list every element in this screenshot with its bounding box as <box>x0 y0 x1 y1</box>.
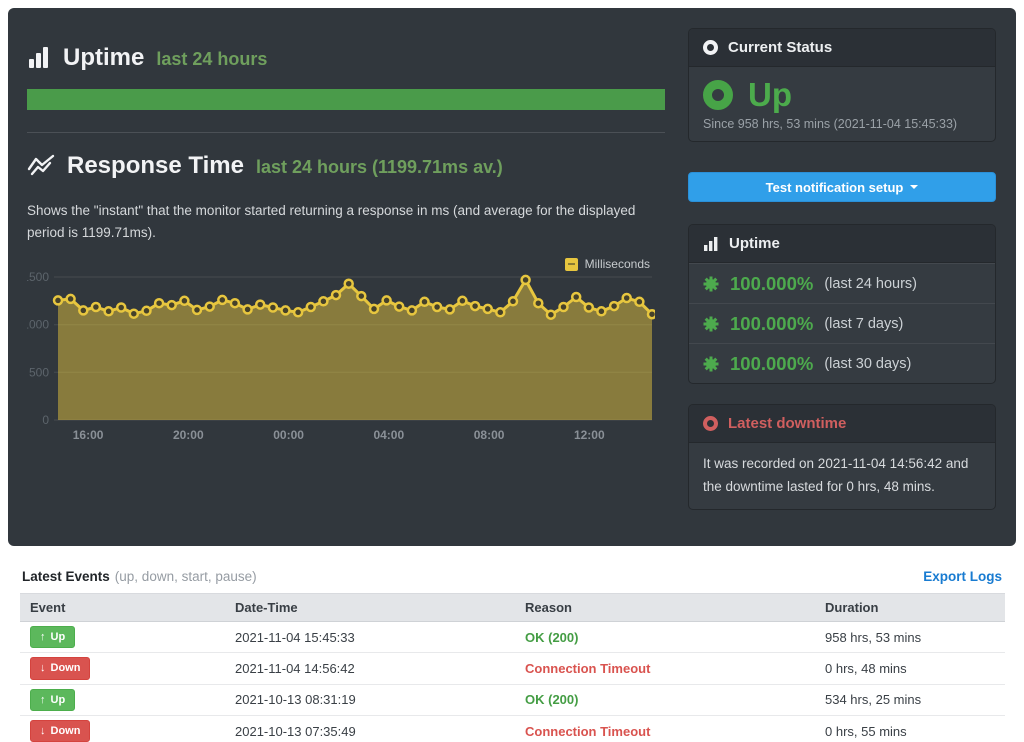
uptime-subtitle: last 24 hours <box>156 49 267 70</box>
arrow-down-icon: ↓ <box>40 661 46 675</box>
svg-text:12:00: 12:00 <box>574 428 605 442</box>
response-time-title: Response Time <box>67 152 244 180</box>
small-bar-chart-icon <box>703 236 719 252</box>
table-row: ↑Up 2021-11-04 15:45:33 OK (200) 958 hrs, 5… <box>20 622 1005 653</box>
svg-text:1000: 1000 <box>27 318 49 332</box>
current-status-card: Current Status Up Since 958 hrs, 53 mins… <box>688 28 996 142</box>
event-datetime: 2021-11-04 14:56:42 <box>225 653 515 684</box>
uptime-row-30d: 100.000% (last 30 days) <box>689 343 995 383</box>
latest-events-title: Latest Events <box>22 569 110 584</box>
legend-label: Milliseconds <box>585 257 650 271</box>
gear-burst-icon <box>703 316 719 332</box>
status-state: Up <box>748 76 792 114</box>
latest-events-subtitle: (up, down, start, pause) <box>115 569 257 584</box>
table-row: ↓Down 2021-11-04 14:56:42 Connection Timeo… <box>20 653 1005 684</box>
status-donut-icon <box>703 40 718 55</box>
col-reason: Reason <box>515 594 815 622</box>
caret-down-icon <box>910 185 918 189</box>
uptime-stats-header-label: Uptime <box>729 235 780 252</box>
svg-text:20:00: 20:00 <box>173 428 204 442</box>
response-time-subtitle: last 24 hours (1199.71ms av.) <box>256 157 503 178</box>
uptime-period-7d: (last 7 days) <box>824 316 903 332</box>
arrow-up-icon: ↑ <box>40 693 46 707</box>
bar-chart-icon <box>27 46 51 70</box>
col-event: Event <box>20 594 225 622</box>
test-notification-label: Test notification setup <box>766 180 904 195</box>
downtime-donut-icon <box>703 416 718 431</box>
svg-text:00:00: 00:00 <box>273 428 304 442</box>
svg-text:04:00: 04:00 <box>373 428 404 442</box>
svg-text:0: 0 <box>42 413 49 427</box>
arrow-down-icon: ↓ <box>40 724 46 738</box>
events-table-header-row: Event Date-Time Reason Duration <box>20 594 1005 622</box>
uptime-pct-24h: 100.000% <box>730 273 813 295</box>
event-badge: ↑Up <box>30 626 75 648</box>
up-status-donut-icon <box>703 80 733 110</box>
latest-events-bar: Latest Events (up, down, start, pause) E… <box>22 569 1002 584</box>
uptime-period-30d: (last 30 days) <box>824 356 911 372</box>
event-reason: OK (200) <box>525 630 578 645</box>
legend-swatch-icon <box>565 258 578 271</box>
gear-burst-icon <box>703 276 719 292</box>
event-datetime: 2021-10-13 08:31:19 <box>225 684 515 715</box>
event-duration: 0 hrs, 55 mins <box>815 715 1005 742</box>
event-badge: ↑Up <box>30 689 75 711</box>
section-divider <box>27 132 665 133</box>
arrow-up-icon: ↑ <box>40 630 46 644</box>
latest-downtime-text: It was recorded on 2021-11-04 14:56:42 a… <box>689 443 995 509</box>
uptime-stats-card: Uptime 100.000% (last 24 hours) 100.000%… <box>688 224 996 384</box>
event-datetime: 2021-11-04 15:45:33 <box>225 622 515 653</box>
event-duration: 534 hrs, 25 mins <box>815 684 1005 715</box>
event-reason: Connection Timeout <box>525 661 650 676</box>
latest-downtime-header-label: Latest downtime <box>728 415 846 432</box>
col-datetime: Date-Time <box>225 594 515 622</box>
uptime-row-7d: 100.000% (last 7 days) <box>689 303 995 343</box>
response-time-description: Shows the "instant" that the monitor sta… <box>27 200 675 245</box>
uptime-stats-header: Uptime <box>689 225 995 263</box>
uptime-pct-7d: 100.000% <box>730 313 813 335</box>
export-logs-link[interactable]: Export Logs <box>923 569 1002 584</box>
svg-text:08:00: 08:00 <box>474 428 505 442</box>
event-badge: ↓Down <box>30 720 90 742</box>
svg-text:16:00: 16:00 <box>73 428 104 442</box>
svg-text:1500: 1500 <box>27 272 49 284</box>
table-row: ↓Down 2021-10-13 07:35:49 Connection Timeo… <box>20 715 1005 742</box>
uptime-period-24h: (last 24 hours) <box>824 276 917 292</box>
col-duration: Duration <box>815 594 1005 622</box>
event-duration: 958 hrs, 53 mins <box>815 622 1005 653</box>
latest-downtime-card: Latest downtime It was recorded on 2021-… <box>688 404 996 510</box>
uptime-row-24h: 100.000% (last 24 hours) <box>689 263 995 303</box>
table-row: ↑Up 2021-10-13 08:31:19 OK (200) 534 hrs, 2… <box>20 684 1005 715</box>
event-duration: 0 hrs, 48 mins <box>815 653 1005 684</box>
activity-icon <box>27 154 55 178</box>
monitor-dashboard-panel: Uptime last 24 hours Response Time last … <box>8 8 1016 546</box>
uptime-title: Uptime <box>63 44 144 72</box>
current-status-header-label: Current Status <box>728 39 832 56</box>
response-time-chart[interactable]: 0 500 1000 1500 16:00 20:00 00:00 04:00 08:00 12:… <box>27 272 655 450</box>
gear-burst-icon <box>703 356 719 372</box>
event-reason: OK (200) <box>525 692 578 707</box>
event-reason: Connection Timeout <box>525 724 650 739</box>
uptime-section-header: Uptime last 24 hours <box>27 44 267 72</box>
event-badge: ↓Down <box>30 657 90 679</box>
svg-text:500: 500 <box>29 365 49 379</box>
test-notification-button[interactable]: Test notification setup <box>688 172 996 202</box>
current-status-header: Current Status <box>689 29 995 67</box>
latest-downtime-header: Latest downtime <box>689 405 995 443</box>
events-table: Event Date-Time Reason Duration ↑Up 2021-… <box>20 593 1005 742</box>
response-time-section-header: Response Time last 24 hours (1199.71ms a… <box>27 152 503 180</box>
chart-legend[interactable]: Milliseconds <box>565 257 650 271</box>
event-datetime: 2021-10-13 07:35:49 <box>225 715 515 742</box>
current-status-body: Up Since 958 hrs, 53 mins (2021-11-04 15… <box>689 67 995 141</box>
status-since-text: Since 958 hrs, 53 mins (2021-11-04 15:45… <box>703 117 981 131</box>
uptime-pct-30d: 100.000% <box>730 353 813 375</box>
uptime-bar[interactable] <box>27 89 665 110</box>
